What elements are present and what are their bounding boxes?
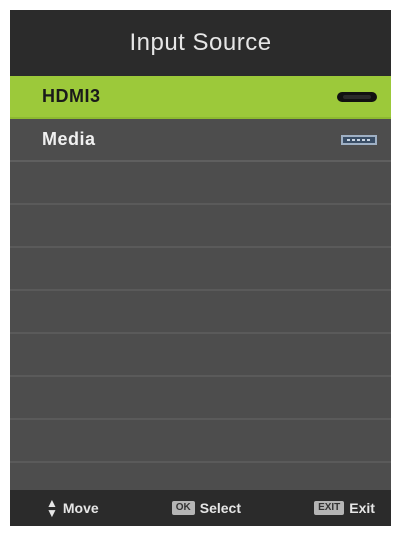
menu-title: Input Source: [129, 29, 272, 56]
source-item-label: HDMI3: [42, 86, 101, 106]
source-item-hdmi3[interactable]: HDMI3: [10, 76, 391, 119]
move-hint: ▲ ▼ Move: [46, 496, 99, 520]
exit-key-icon: EXIT: [314, 501, 345, 515]
source-item-media[interactable]: Media: [10, 119, 391, 162]
ok-key-icon: OK: [171, 501, 195, 515]
empty-row: [10, 377, 391, 420]
empty-row: [10, 291, 391, 334]
empty-row: [10, 162, 391, 205]
source-list: HDMI3 Media: [10, 76, 391, 506]
hdmi-port-icon: [337, 91, 377, 102]
up-down-arrows-icon: ▲ ▼: [46, 496, 58, 520]
input-source-menu: Input Source HDMI3 Media ▲ ▼ Move OK Sele…: [10, 10, 391, 526]
select-hint: OK Select: [171, 500, 241, 516]
usb-port-icon: [341, 134, 377, 145]
empty-row: [10, 248, 391, 291]
empty-row: [10, 205, 391, 248]
footer-hints: ▲ ▼ Move OK Select EXIT Exit: [10, 490, 391, 526]
select-hint-label: Select: [199, 500, 241, 516]
source-item-label: Media: [42, 129, 96, 149]
exit-hint: EXIT Exit: [314, 500, 375, 516]
empty-row: [10, 420, 391, 463]
menu-header: Input Source: [10, 10, 391, 76]
exit-hint-label: Exit: [349, 500, 375, 516]
empty-row: [10, 334, 391, 377]
move-hint-label: Move: [62, 500, 99, 516]
